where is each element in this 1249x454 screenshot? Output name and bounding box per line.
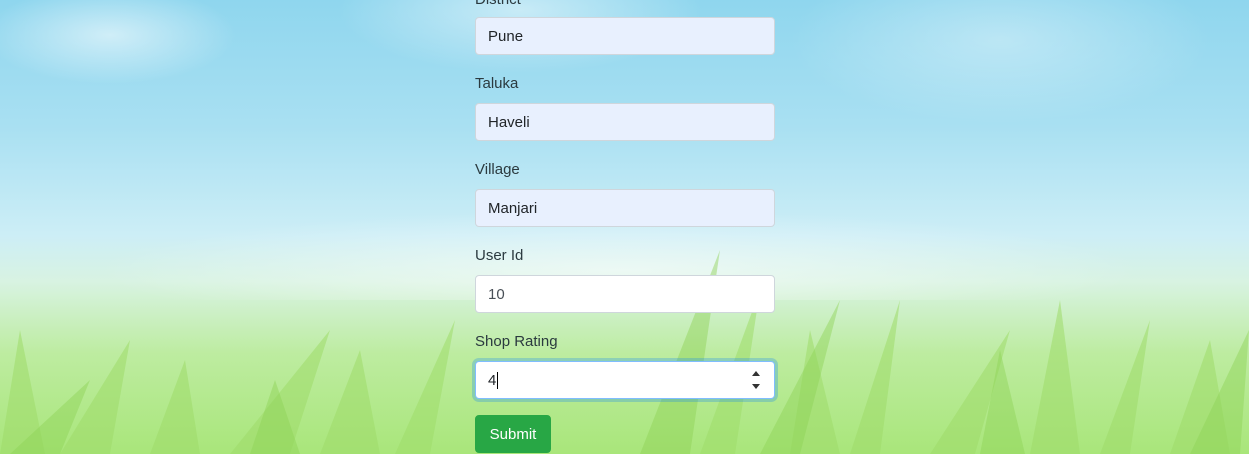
spinner-up-icon[interactable] bbox=[752, 371, 760, 376]
shop-rating-value: 4 bbox=[488, 371, 497, 389]
spinner-down-icon[interactable] bbox=[752, 384, 760, 389]
district-value: Pune bbox=[488, 27, 524, 45]
district-label: District bbox=[475, 0, 521, 8]
user-id-value: 10 bbox=[488, 285, 505, 303]
shop-rating-label: Shop Rating bbox=[475, 333, 558, 350]
village-field[interactable]: Manjari bbox=[475, 189, 775, 227]
taluka-value: Haveli bbox=[488, 113, 530, 131]
shop-rating-field[interactable]: 4 bbox=[475, 361, 775, 399]
text-caret bbox=[497, 371, 499, 389]
submit-button[interactable]: Submit bbox=[475, 415, 551, 453]
taluka-field[interactable]: Haveli bbox=[475, 103, 775, 141]
taluka-label: Taluka bbox=[475, 75, 519, 92]
number-spinner-icon[interactable] bbox=[750, 371, 762, 389]
user-id-field[interactable]: 10 bbox=[475, 275, 775, 313]
district-field[interactable]: Pune bbox=[475, 17, 775, 55]
village-label: Village bbox=[475, 161, 520, 178]
user-id-label: User Id bbox=[475, 247, 524, 264]
village-value: Manjari bbox=[488, 199, 538, 217]
